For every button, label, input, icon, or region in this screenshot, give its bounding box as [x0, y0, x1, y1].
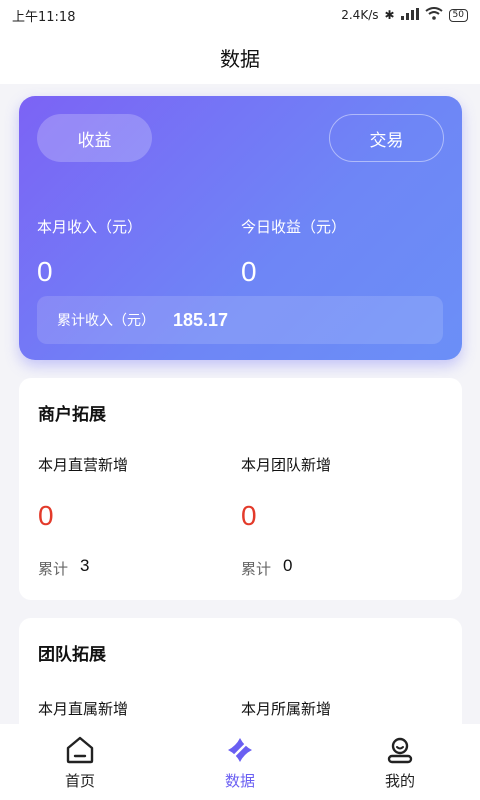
earnings-card: 收益 交易 本月收入（元） 0 今日收益（元） 0 累计收入（元） 185.17: [19, 96, 462, 360]
total-income-box: 累计收入（元） 185.17: [37, 296, 443, 344]
signal-icon: [400, 7, 419, 23]
merchant-direct-value: 0: [38, 500, 54, 531]
battery-icon: 50: [448, 8, 468, 22]
total-income-value: 185.17: [173, 309, 229, 330]
merchant-expansion-card: 商户拓展 本月直营新增 0 累计 3 本月团队新增 0 累计 0: [19, 378, 462, 600]
network-speed: 2.4K/s: [341, 8, 379, 22]
tab-home-label: 首页: [64, 771, 95, 790]
team-card-title: 团队拓展: [38, 645, 106, 665]
tab-data[interactable]: 数据: [180, 734, 300, 791]
team-direct-label: 本月直属新增: [38, 700, 129, 718]
merchant-direct-label: 本月直营新增: [38, 456, 129, 474]
merchant-team-value: 0: [241, 500, 257, 531]
month-income-value: 0: [37, 256, 53, 287]
home-icon: [64, 734, 96, 766]
status-time: 上午11:18: [12, 9, 76, 25]
status-bar: 上午11:18 2.4K/s ✱ 50: [0, 0, 480, 30]
bottom-tab-bar: 首页 数据 我的: [0, 724, 480, 800]
today-earn-label: 今日收益（元）: [241, 218, 347, 236]
team-expansion-card: 团队拓展 本月直属新增 本月所属新增: [19, 618, 462, 724]
page-title: 数据: [220, 46, 260, 71]
merchant-cum-label-left: 累计: [38, 560, 69, 578]
page-header: 数据: [0, 30, 480, 84]
merchant-cum-label-right: 累计: [241, 560, 272, 578]
month-income-label: 本月收入（元）: [37, 218, 143, 236]
merchant-card-title: 商户拓展: [38, 405, 106, 425]
tab-mine-label: 我的: [384, 771, 415, 790]
main-content[interactable]: 收益 交易 本月收入（元） 0 今日收益（元） 0 累计收入（元） 185.17…: [0, 84, 480, 724]
tab-transactions[interactable]: 交易: [329, 114, 444, 162]
tab-home[interactable]: 首页: [20, 734, 140, 791]
merchant-team-label: 本月团队新增: [241, 456, 332, 474]
merchant-cum-value-left: 3: [80, 556, 90, 575]
today-earn-value: 0: [241, 256, 257, 287]
user-icon: [384, 734, 416, 766]
team-subordinate-label: 本月所属新增: [241, 700, 332, 718]
merchant-cum-value-right: 0: [283, 556, 293, 575]
total-income-label: 累计收入（元）: [57, 313, 155, 329]
tab-data-label: 数据: [224, 771, 255, 790]
wifi-icon: [424, 7, 443, 23]
data-icon: [224, 734, 256, 766]
bluetooth-icon: ✱: [384, 8, 395, 22]
tab-earnings[interactable]: 收益: [37, 114, 152, 162]
tab-mine[interactable]: 我的: [340, 734, 460, 791]
